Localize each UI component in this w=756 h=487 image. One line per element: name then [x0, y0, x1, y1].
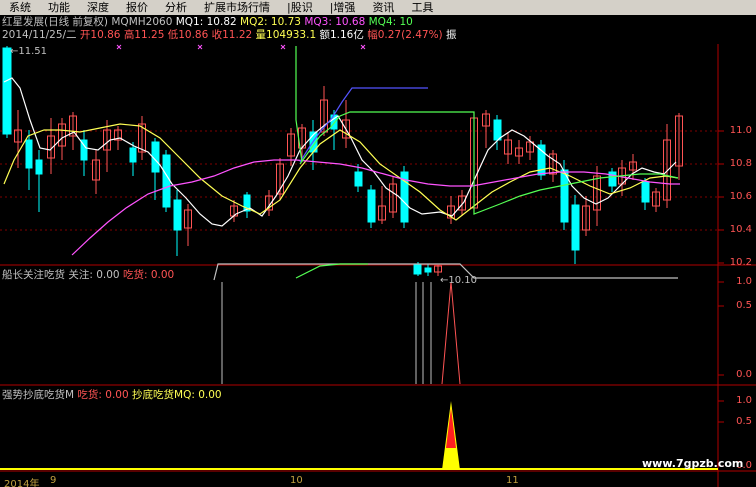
high-value: 高11.25	[123, 29, 165, 41]
mq1-value: MQ1: 10.82	[175, 16, 237, 28]
indicator1-axis-label: 1.0	[736, 276, 752, 287]
mq4-value: MQ4: 10	[368, 16, 413, 28]
indicator1-axis-label: 0.5	[736, 300, 752, 311]
date-axis-month: 10	[290, 475, 303, 486]
price-axis-label: 10.8	[729, 158, 752, 169]
date-value: 2014/11/25/二	[2, 29, 77, 41]
high-price-value: 11.51	[18, 46, 48, 57]
low-price-mark: ←10.10	[440, 275, 478, 286]
indicator1-guanzhu: 关注: 0.00	[68, 269, 120, 281]
ma-blue-line	[299, 87, 428, 163]
ma-green-line	[299, 111, 679, 215]
open-value: 开10.86	[79, 29, 121, 41]
date-axis-month: 11	[506, 475, 519, 486]
indicator2-name: 强势抄底吃货M	[2, 389, 75, 401]
change-value: 幅0.27(2.47%)	[367, 29, 443, 41]
top-markers	[116, 44, 366, 50]
indicator1-plot	[221, 281, 461, 385]
date-axis-month: 9	[50, 475, 57, 486]
stock-info-line: 红星发展(日线 前复权) MQMH2060 MQ1: 10.82 MQ2: 10…	[2, 16, 413, 29]
indicator1-axis-label: 0.0	[736, 369, 752, 380]
low-value: 低10.86	[167, 29, 209, 41]
indicator1-name: 船长关注吃货	[2, 269, 65, 281]
ma-green-bottom	[295, 263, 368, 279]
indicator2-plot	[0, 401, 718, 470]
candlesticks	[2, 46, 683, 276]
price-axis-label: 11.0	[729, 125, 752, 136]
chart-canvas	[0, 44, 756, 487]
ohlc-info-line: 2014/11/25/二 开10.86 高11.25 低10.86 收11.22…	[2, 29, 457, 42]
amplitude-label: 振	[446, 29, 457, 41]
high-price-mark: ←11.51	[10, 46, 48, 57]
mq2-value: MQ2: 10.73	[240, 16, 301, 28]
volume-value: 量104933.1	[255, 29, 317, 41]
indicator2-chihuo: 吃货: 0.00	[77, 389, 129, 401]
price-axis-label: 10.6	[729, 191, 752, 202]
ma-green-vertical	[295, 46, 303, 163]
indicator1-header: 船长关注吃货 关注: 0.00 吃货: 0.00	[2, 269, 174, 282]
mq3-value: MQ3: 10.68	[304, 16, 366, 28]
low-price-value: 10.10	[448, 275, 478, 286]
indicator2-chaodi: 抄底吃货MQ: 0.00	[132, 389, 222, 401]
stock-title: 红星发展(日线 前复权)	[2, 16, 109, 28]
price-axis-label: 10.2	[729, 257, 752, 268]
date-axis-year: 2014年	[4, 479, 40, 487]
watermark: www.7gpzb.com	[642, 457, 744, 470]
indicator2-axis-label: 0.5	[736, 416, 752, 427]
indicator2-axis-label: 1.0	[736, 395, 752, 406]
close-value: 收11.22	[211, 29, 253, 41]
mqmh-label: MQMH2060	[111, 16, 173, 28]
indicator2-header: 强势抄底吃货M 吃货: 0.00 抄底吃货MQ: 0.00	[2, 389, 222, 402]
price-axis-label: 10.4	[729, 224, 752, 235]
amount-value: 额1.16亿	[319, 29, 364, 41]
indicator1-chihuo: 吃货: 0.00	[122, 269, 175, 281]
